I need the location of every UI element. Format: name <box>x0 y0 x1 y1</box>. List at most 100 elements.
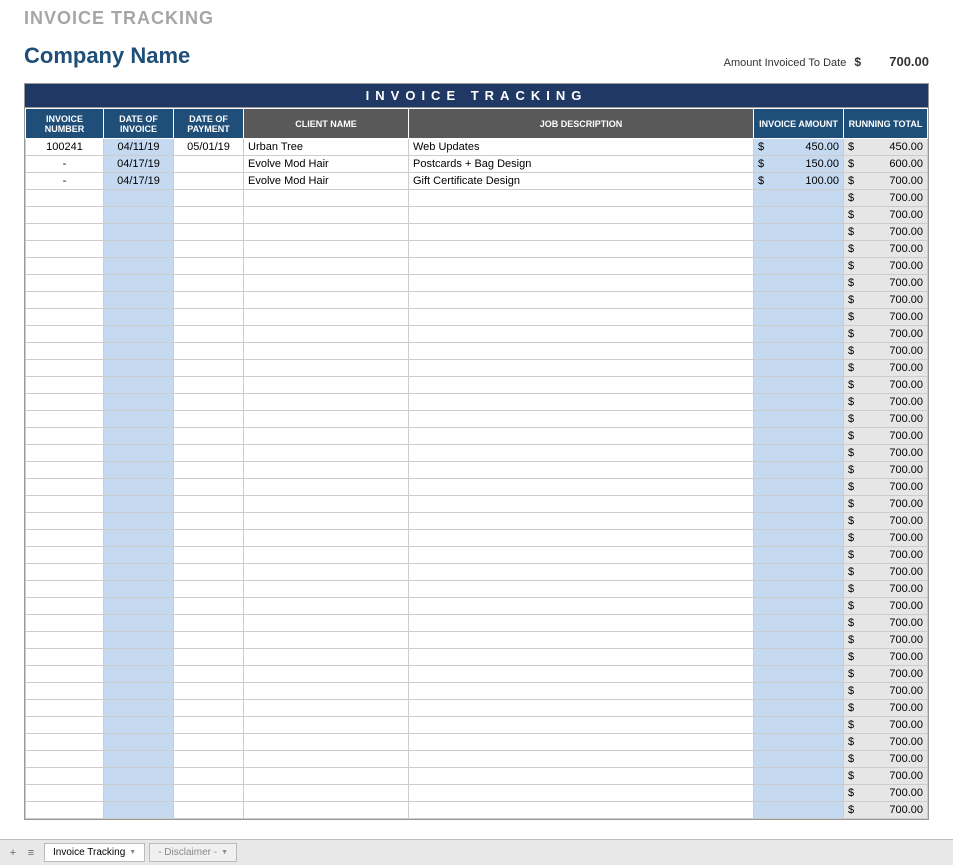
cell-invoice-number[interactable] <box>26 428 104 445</box>
cell-invoice-number[interactable]: - <box>26 156 104 173</box>
cell-running-total[interactable]: $700.00 <box>844 173 928 190</box>
cell-running-total[interactable]: $700.00 <box>844 496 928 513</box>
cell-client-name[interactable] <box>244 530 409 547</box>
cell-running-total[interactable]: $700.00 <box>844 700 928 717</box>
cell-client-name[interactable]: Evolve Mod Hair <box>244 173 409 190</box>
cell-date-invoice[interactable] <box>104 207 174 224</box>
chevron-down-icon[interactable]: ▼ <box>129 849 136 856</box>
cell-invoice-amount[interactable] <box>754 462 844 479</box>
cell-date-invoice[interactable] <box>104 513 174 530</box>
cell-invoice-number[interactable] <box>26 190 104 207</box>
cell-date-payment[interactable] <box>174 700 244 717</box>
cell-invoice-amount[interactable] <box>754 445 844 462</box>
cell-client-name[interactable] <box>244 785 409 802</box>
cell-invoice-amount[interactable] <box>754 632 844 649</box>
cell-invoice-number[interactable] <box>26 581 104 598</box>
cell-running-total[interactable]: $700.00 <box>844 683 928 700</box>
cell-date-payment[interactable] <box>174 683 244 700</box>
sheet-tab-invoice-tracking[interactable]: Invoice Tracking ▼ <box>44 843 145 862</box>
cell-client-name[interactable] <box>244 224 409 241</box>
table-row[interactable]: $700.00 <box>26 564 928 581</box>
cell-invoice-number[interactable] <box>26 462 104 479</box>
cell-job-description[interactable] <box>409 530 754 547</box>
cell-client-name[interactable] <box>244 683 409 700</box>
cell-date-invoice[interactable] <box>104 411 174 428</box>
cell-running-total[interactable]: $700.00 <box>844 258 928 275</box>
table-row[interactable]: $700.00 <box>26 309 928 326</box>
cell-invoice-amount[interactable] <box>754 734 844 751</box>
cell-invoice-number[interactable] <box>26 224 104 241</box>
cell-running-total[interactable]: $700.00 <box>844 530 928 547</box>
cell-job-description[interactable] <box>409 564 754 581</box>
cell-invoice-number[interactable] <box>26 377 104 394</box>
col-client-name[interactable]: CLIENT NAME <box>244 109 409 139</box>
cell-invoice-amount[interactable] <box>754 649 844 666</box>
cell-date-invoice[interactable] <box>104 241 174 258</box>
cell-job-description[interactable] <box>409 394 754 411</box>
cell-job-description[interactable] <box>409 666 754 683</box>
cell-invoice-amount[interactable] <box>754 717 844 734</box>
cell-job-description[interactable] <box>409 615 754 632</box>
cell-date-invoice[interactable] <box>104 802 174 819</box>
table-row[interactable]: $700.00 <box>26 547 928 564</box>
cell-date-invoice[interactable] <box>104 615 174 632</box>
cell-client-name[interactable] <box>244 802 409 819</box>
table-row[interactable]: $700.00 <box>26 768 928 785</box>
cell-invoice-amount[interactable] <box>754 360 844 377</box>
cell-date-payment[interactable] <box>174 717 244 734</box>
cell-date-invoice[interactable] <box>104 275 174 292</box>
cell-date-invoice[interactable] <box>104 700 174 717</box>
cell-invoice-amount[interactable] <box>754 768 844 785</box>
cell-date-invoice[interactable] <box>104 547 174 564</box>
cell-invoice-number[interactable] <box>26 649 104 666</box>
cell-running-total[interactable]: $700.00 <box>844 445 928 462</box>
cell-invoice-number[interactable] <box>26 496 104 513</box>
cell-running-total[interactable]: $700.00 <box>844 615 928 632</box>
cell-running-total[interactable]: $700.00 <box>844 768 928 785</box>
cell-client-name[interactable] <box>244 547 409 564</box>
cell-invoice-number[interactable] <box>26 700 104 717</box>
cell-date-payment[interactable] <box>174 581 244 598</box>
table-row[interactable]: $700.00 <box>26 428 928 445</box>
table-row[interactable]: $700.00 <box>26 513 928 530</box>
cell-invoice-amount[interactable] <box>754 224 844 241</box>
cell-invoice-amount[interactable] <box>754 785 844 802</box>
cell-invoice-amount[interactable] <box>754 343 844 360</box>
cell-invoice-amount[interactable] <box>754 513 844 530</box>
table-row[interactable]: $700.00 <box>26 411 928 428</box>
cell-invoice-number[interactable] <box>26 343 104 360</box>
cell-running-total[interactable]: $700.00 <box>844 292 928 309</box>
table-row[interactable]: $700.00 <box>26 666 928 683</box>
cell-running-total[interactable]: $700.00 <box>844 649 928 666</box>
table-row[interactable]: $700.00 <box>26 700 928 717</box>
cell-client-name[interactable] <box>244 207 409 224</box>
cell-date-payment[interactable] <box>174 411 244 428</box>
cell-invoice-number[interactable] <box>26 241 104 258</box>
cell-date-invoice[interactable] <box>104 496 174 513</box>
cell-date-payment[interactable] <box>174 377 244 394</box>
table-row[interactable]: $700.00 <box>26 598 928 615</box>
table-row[interactable]: $700.00 <box>26 683 928 700</box>
col-running-total[interactable]: RUNNING TOTAL <box>844 109 928 139</box>
cell-date-payment[interactable] <box>174 734 244 751</box>
cell-job-description[interactable] <box>409 479 754 496</box>
cell-date-payment[interactable] <box>174 598 244 615</box>
cell-running-total[interactable]: $700.00 <box>844 224 928 241</box>
cell-invoice-number[interactable] <box>26 292 104 309</box>
cell-invoice-number[interactable] <box>26 734 104 751</box>
cell-invoice-number[interactable] <box>26 632 104 649</box>
cell-running-total[interactable]: $700.00 <box>844 632 928 649</box>
cell-date-payment[interactable] <box>174 666 244 683</box>
cell-running-total[interactable]: $700.00 <box>844 309 928 326</box>
cell-invoice-amount[interactable] <box>754 241 844 258</box>
cell-client-name[interactable] <box>244 360 409 377</box>
cell-job-description[interactable] <box>409 258 754 275</box>
cell-invoice-amount[interactable] <box>754 547 844 564</box>
cell-date-payment[interactable] <box>174 496 244 513</box>
cell-date-payment[interactable] <box>174 615 244 632</box>
cell-invoice-number[interactable] <box>26 411 104 428</box>
cell-invoice-number[interactable] <box>26 564 104 581</box>
cell-job-description[interactable] <box>409 513 754 530</box>
cell-running-total[interactable]: $700.00 <box>844 598 928 615</box>
cell-date-payment[interactable] <box>174 564 244 581</box>
